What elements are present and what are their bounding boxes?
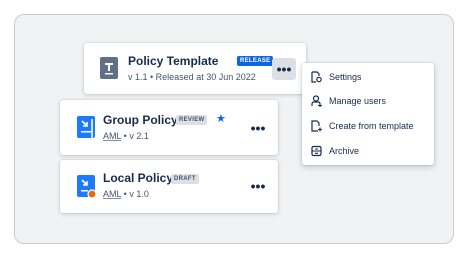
star-icon[interactable]: ★ bbox=[216, 112, 226, 125]
settings-document-icon bbox=[311, 71, 322, 83]
document-review-icon bbox=[77, 116, 95, 138]
menu-item-settings[interactable]: Settings bbox=[302, 65, 434, 89]
policy-template-card[interactable]: Policy Template RELEASE v 1.1 • Released… bbox=[84, 43, 306, 94]
card-subtitle: AML • v 1.0 bbox=[103, 189, 149, 199]
menu-item-label: Archive bbox=[329, 146, 360, 156]
status-badge: RELEASE bbox=[237, 56, 274, 66]
more-actions-button[interactable]: ••• bbox=[246, 175, 270, 197]
menu-item-label: Manage users bbox=[329, 96, 387, 106]
status-badge: DRAFT bbox=[171, 174, 199, 184]
text-document-icon bbox=[100, 57, 118, 79]
card-version: • v 1.0 bbox=[121, 189, 149, 199]
create-from-template-icon bbox=[311, 120, 322, 132]
card-subtitle: v 1.1 • Released at 30 Jun 2022 bbox=[128, 72, 256, 82]
status-badge: REVIEW bbox=[176, 115, 208, 125]
card-title[interactable]: Group Policy bbox=[103, 113, 178, 127]
menu-item-create-from-template[interactable]: Create from template bbox=[302, 114, 434, 138]
menu-item-manage-users[interactable]: Manage users bbox=[302, 89, 434, 113]
more-actions-button[interactable]: ••• bbox=[246, 117, 270, 139]
menu-item-label: Settings bbox=[329, 72, 362, 82]
aml-link[interactable]: AML bbox=[103, 131, 121, 141]
group-policy-card[interactable]: Group Policy REVIEW ★ AML • v 2.1 ••• bbox=[60, 100, 278, 155]
card-title[interactable]: Policy Template bbox=[128, 54, 218, 68]
archive-icon bbox=[311, 145, 322, 157]
more-actions-button[interactable]: ••• bbox=[272, 58, 296, 80]
card-title[interactable]: Local Policy bbox=[103, 171, 173, 185]
document-draft-icon bbox=[77, 175, 97, 199]
menu-item-archive[interactable]: Archive bbox=[302, 139, 434, 163]
more-actions-menu: Settings Manage users Create from templa… bbox=[302, 63, 434, 165]
menu-item-label: Create from template bbox=[329, 121, 414, 131]
manage-users-icon bbox=[311, 95, 322, 107]
local-policy-card[interactable]: Local Policy DRAFT AML • v 1.0 ••• bbox=[60, 160, 278, 213]
card-version: • v 2.1 bbox=[121, 131, 149, 141]
card-subtitle: AML • v 2.1 bbox=[103, 131, 149, 141]
aml-link[interactable]: AML bbox=[103, 189, 121, 199]
